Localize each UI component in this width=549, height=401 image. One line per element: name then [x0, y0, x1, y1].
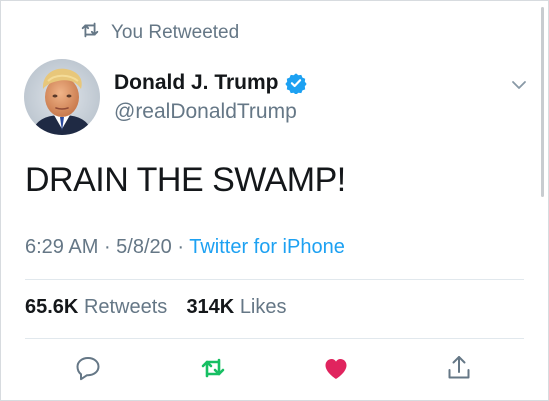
share-icon — [445, 354, 473, 382]
divider — [25, 338, 524, 339]
reply-icon — [74, 354, 102, 382]
verified-badge-icon — [284, 72, 307, 94]
retweet-context-label: You Retweeted — [111, 22, 240, 43]
retweet-button[interactable] — [198, 353, 228, 383]
author-display-name[interactable]: Donald J. Trump — [114, 71, 279, 95]
heart-icon — [322, 354, 350, 382]
retweet-icon — [79, 19, 101, 47]
reply-button[interactable] — [73, 353, 103, 383]
likes-label: Likes — [239, 296, 287, 318]
tweet-date[interactable]: 5/8/20 — [116, 236, 172, 258]
likes-count: 314K — [186, 296, 235, 318]
author-block[interactable]: Donald J. Trump @realDonaldTrump — [114, 71, 307, 124]
meta-separator: · — [177, 236, 190, 258]
share-button[interactable] — [444, 353, 474, 383]
tweet-stats: 65.6K Retweets 314K Likes — [25, 296, 287, 319]
meta-separator: · — [103, 236, 117, 258]
chevron-down-icon[interactable] — [509, 75, 529, 95]
avatar[interactable] — [24, 59, 100, 135]
divider — [25, 279, 524, 280]
scrollbar[interactable] — [541, 7, 544, 197]
tweet-detail-view: You Retweeted Donald J. Trump @realDonal… — [0, 0, 549, 401]
retweet-icon — [199, 354, 227, 382]
tweet-source-link[interactable]: Twitter for iPhone — [189, 236, 345, 258]
retweets-count: 65.6K — [25, 296, 79, 318]
like-button[interactable] — [321, 353, 351, 383]
author-handle[interactable]: @realDonaldTrump — [114, 100, 307, 124]
retweet-context: You Retweeted — [79, 19, 239, 47]
author-name-row: Donald J. Trump — [114, 71, 307, 95]
tweet-time[interactable]: 6:29 AM — [25, 236, 98, 258]
retweets-stat[interactable]: 65.6K Retweets — [25, 296, 173, 318]
likes-stat[interactable]: 314K Likes — [186, 296, 286, 318]
tweet-text: DRAIN THE SWAMP! — [25, 161, 346, 199]
retweets-label: Retweets — [83, 296, 168, 318]
tweet-meta: 6:29 AM · 5/8/20 · Twitter for iPhone — [25, 236, 345, 259]
